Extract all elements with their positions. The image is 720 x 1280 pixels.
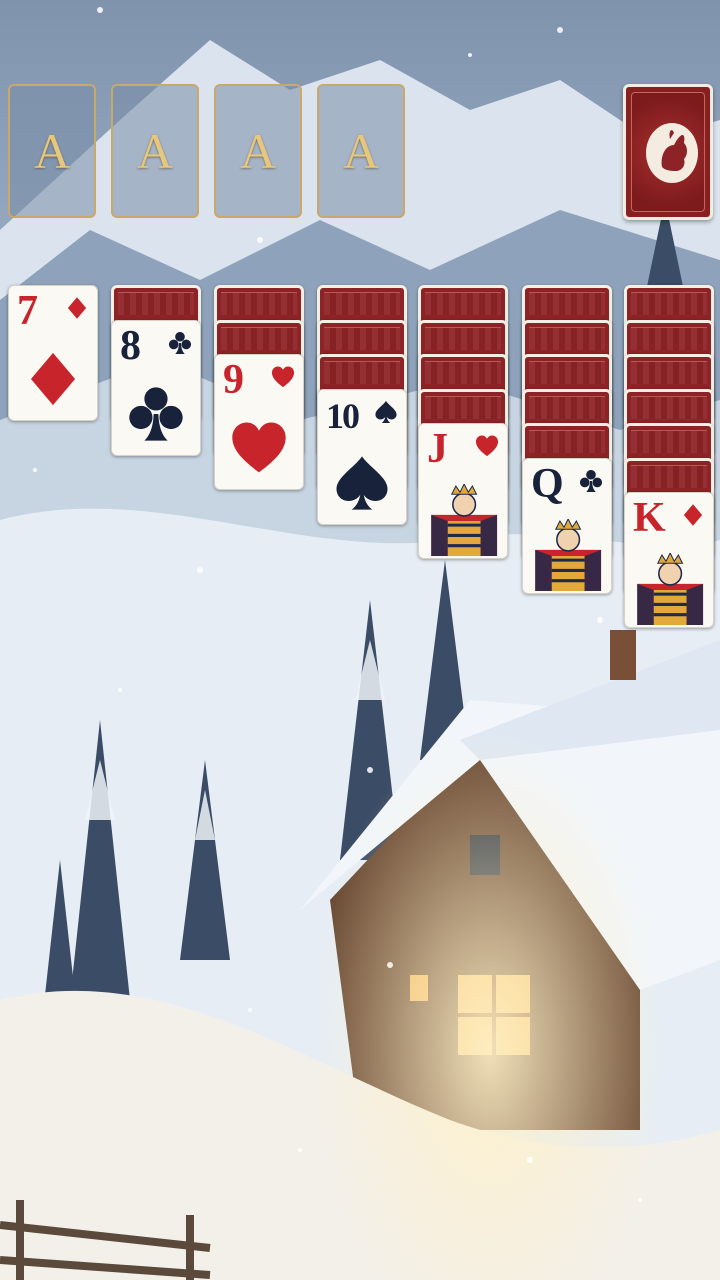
foundation-ace-label: A [342,123,380,179]
spade-suit-large-icon [336,455,388,510]
foundation-ace-label: A [33,123,71,179]
diamond-suit-icon [67,297,87,319]
diamond-suit-icon [683,504,703,526]
heart-suit-icon [271,366,295,388]
diamond-suit-large-icon [30,352,76,406]
card-8-of-clubs[interactable]: 8 [111,319,201,456]
court-portrait-icon [431,484,498,556]
foundation-ace-label: A [239,123,277,179]
court-portrait-icon [637,553,704,625]
card-10-of-spades[interactable]: 10 [317,388,407,525]
stock-pile[interactable] [623,84,713,220]
foundation-ace-label: A [136,123,174,179]
card-q-of-clubs[interactable]: Q [522,457,612,594]
card-rank: K [633,495,666,541]
card-rank: Q [531,460,564,507]
court-portrait-icon [535,518,602,591]
heart-suit-icon [475,435,499,457]
club-suit-icon [168,331,192,354]
card-j-of-hearts[interactable]: J [418,423,508,559]
card-7-of-diamonds[interactable]: 7 [8,285,98,421]
card-rank: 7 [17,288,38,334]
card-k-of-diamonds[interactable]: K [624,492,714,628]
heart-suit-large-icon [232,422,286,473]
card-rank: J [427,426,448,472]
foundation-pile-3[interactable]: A [214,84,302,218]
card-rank: 8 [120,322,141,369]
foundation-pile-1[interactable]: A [8,84,96,218]
club-suit-icon [579,469,603,492]
foundation-pile-4[interactable]: A [317,84,405,218]
club-suit-large-icon [129,386,183,441]
foundation-pile-2[interactable]: A [111,84,199,218]
spade-suit-icon [375,400,397,423]
rabbit-emblem-icon [646,123,698,183]
stock-card-back [631,92,705,212]
card-rank: 9 [223,357,244,403]
card-9-of-hearts[interactable]: 9 [214,354,304,490]
card-rank: 10 [326,395,360,436]
